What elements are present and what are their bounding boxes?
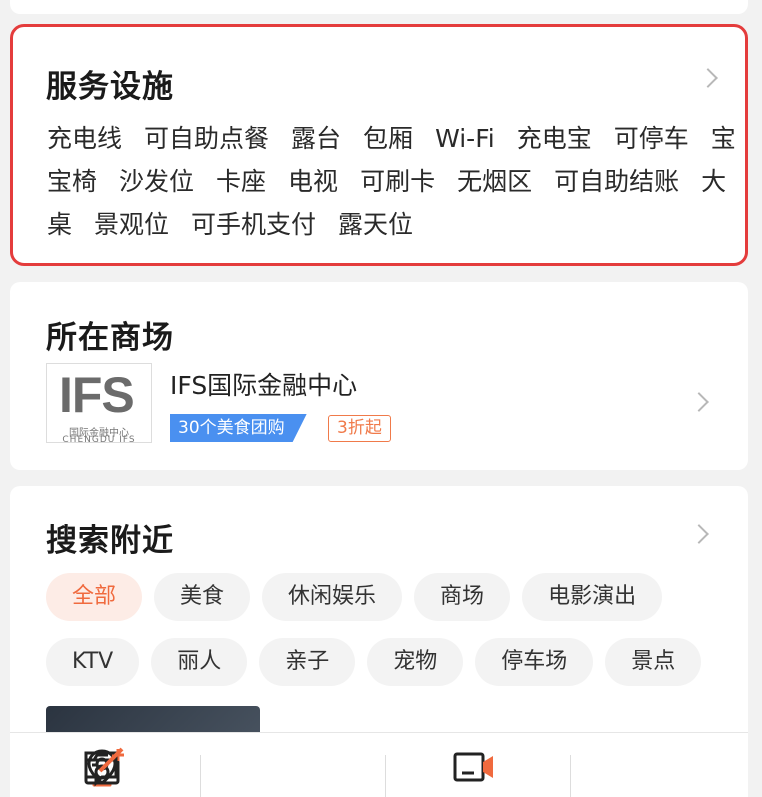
bottom-action-bar [10, 732, 748, 797]
edit-review-icon [84, 747, 124, 787]
facility-item: 可自助结账 [554, 167, 680, 196]
facility-item: 可自助点餐 [144, 124, 270, 153]
category-chip[interactable]: 停车场 [475, 638, 594, 686]
facility-item: 可停车 [613, 124, 689, 153]
chevron-right-icon[interactable] [698, 68, 718, 88]
video-icon [453, 752, 493, 782]
services-card[interactable]: 服务设施 充电线 可自助点餐 露台 包厢 Wi-Fi 充电宝 可停车 宝宝椅 沙发位 卡座 电视 可刷… [10, 24, 748, 266]
tab-review[interactable] [10, 733, 194, 797]
category-chip[interactable]: 商场 [414, 573, 511, 621]
mall-section-title: 所在商场 [46, 320, 174, 356]
mall-logo-text: IFS [59, 367, 135, 423]
category-chip[interactable]: 景点 [605, 638, 702, 686]
tab-divider [385, 755, 386, 797]
facility-item: 露天位 [338, 210, 414, 239]
tab-divider [570, 755, 571, 797]
mall-logo: IFS 国际金融中心 CHENGDU IFS [46, 363, 152, 445]
facility-item: 充电线 [47, 124, 123, 153]
nearby-section-title: 搜索附近 [46, 523, 174, 559]
tab-video[interactable] [380, 733, 564, 797]
mall-name[interactable]: IFS国际金融中心 [170, 366, 357, 402]
facility-item: Wi-Fi [435, 124, 495, 153]
previous-card-bottom [10, 0, 748, 14]
facility-list: 充电线 可自助点餐 露台 包厢 Wi-Fi 充电宝 可停车 宝宝椅 沙发位 卡座 电视 可刷卡 无烟区可… [47, 117, 737, 246]
category-chip[interactable]: 休闲娱乐 [262, 573, 403, 621]
facility-item: 包厢 [363, 124, 414, 153]
chevron-right-icon[interactable] [689, 392, 709, 412]
mall-card[interactable]: 所在商场 IFS 国际金融中心 CHENGDU IFS IFS国际金融中心 30… [10, 282, 748, 470]
facility-item: 可手机支付 [191, 210, 317, 239]
facility-item: 景观位 [94, 210, 170, 239]
category-chip[interactable]: 美食 [154, 573, 251, 621]
chevron-right-icon[interactable] [689, 524, 709, 544]
facility-item: 沙发位 [119, 167, 195, 196]
deals-count-badge: 30个美食团购 [170, 414, 307, 442]
category-chip[interactable]: 丽人 [151, 638, 248, 686]
category-chip[interactable]: 亲子 [259, 638, 356, 686]
facility-item: 电视 [288, 167, 339, 196]
category-chip[interactable]: 电影演出 [522, 573, 663, 621]
services-title: 服务设施 [46, 69, 174, 105]
facility-item: 无烟区 [457, 167, 533, 196]
category-chip[interactable]: 宠物 [367, 638, 464, 686]
facility-item: 充电宝 [516, 124, 592, 153]
category-chips: 全部 美食 休闲娱乐 商场 电影演出 KTV 丽人 亲子 宠物 停车场 景点 [46, 573, 736, 703]
category-chip[interactable]: KTV [46, 638, 140, 686]
category-chip[interactable]: 全部 [46, 573, 143, 621]
facility-item: 可刷卡 [360, 167, 436, 196]
discount-badge: 3折起 [328, 415, 391, 442]
facility-item: 卡座 [216, 167, 267, 196]
mall-logo-subtitle-en: CHENGDU IFS [62, 435, 136, 445]
nearby-card: 搜索附近 全部 美食 休闲娱乐 商场 电影演出 KTV 丽人 亲子 宠物 停车场 景点 [10, 486, 748, 746]
tab-divider [200, 755, 201, 797]
facility-item: 露台 [291, 124, 342, 153]
